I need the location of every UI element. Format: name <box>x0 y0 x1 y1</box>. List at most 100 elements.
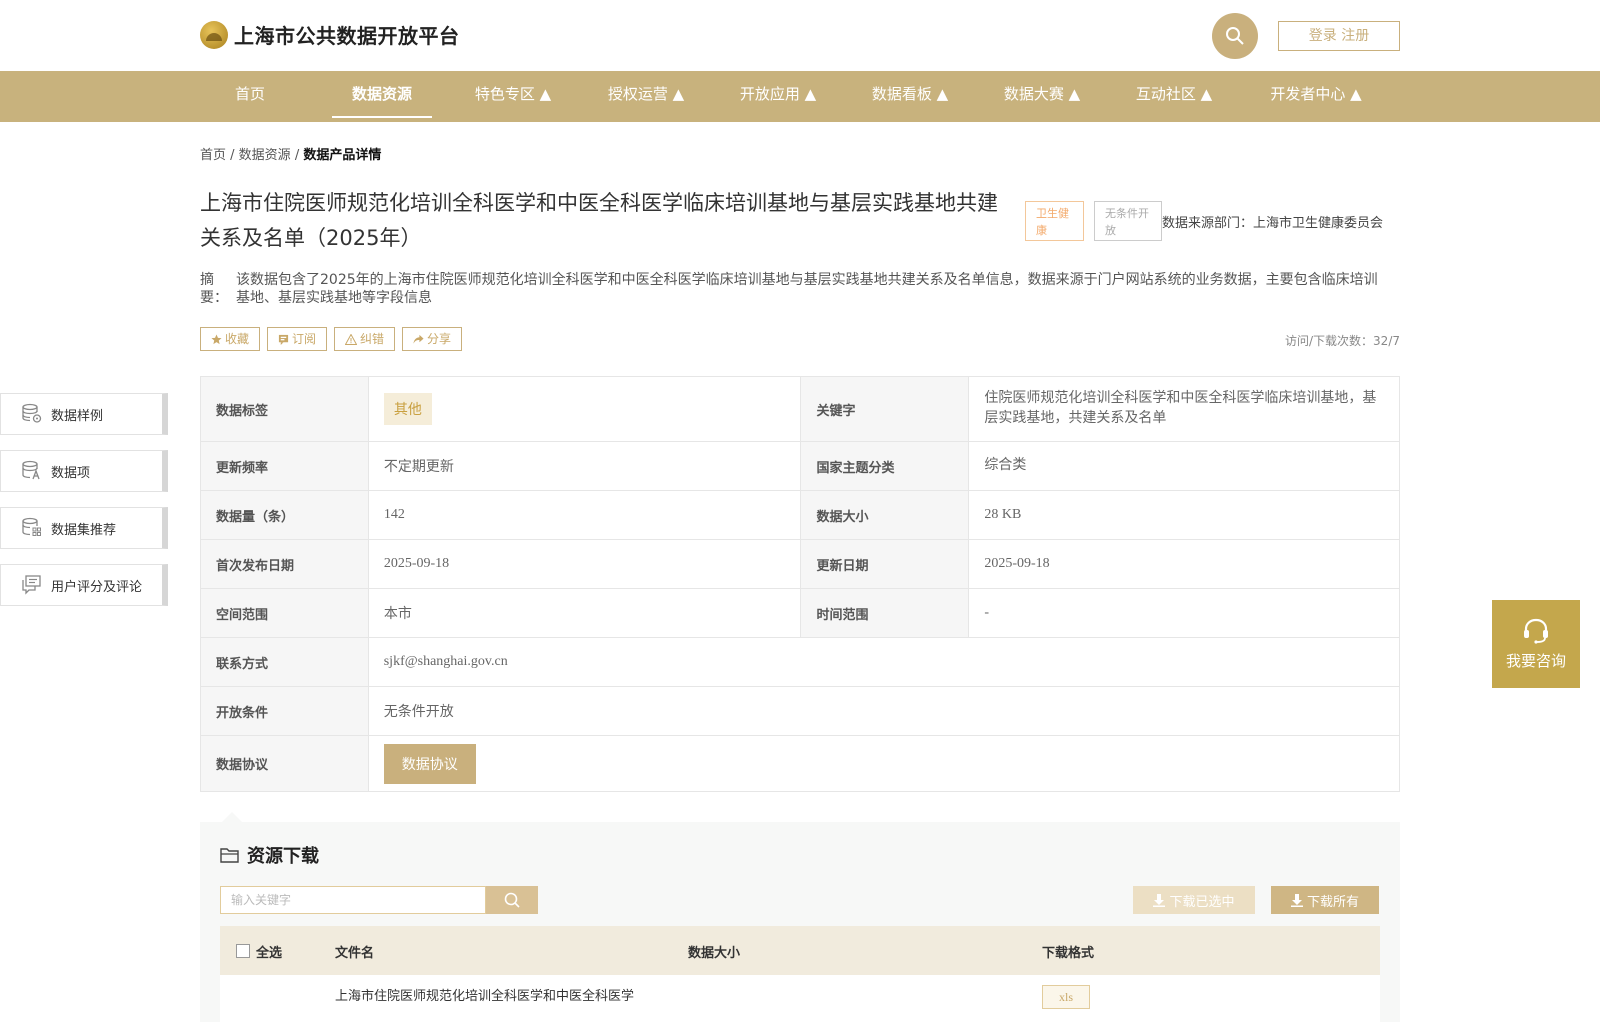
info-value-first-published: 2025-09-18 <box>369 540 802 588</box>
section-pointer <box>222 812 242 822</box>
nav-item-community[interactable]: 互动社区 ▲ <box>1121 71 1227 122</box>
info-row: 数据标签 其他 关键字 住院医师规范化培训全科医学和中医全科医学临床培训基地，基… <box>201 377 1399 441</box>
breadcrumb: 首页 / 数据资源 / 数据产品详情 <box>200 144 381 163</box>
info-value-count: 142 <box>369 491 802 539</box>
info-label-contact: 联系方式 <box>201 638 369 686</box>
abstract-text: 该数据包含了2025年的上海市住院医师规范化培训全科医学和中医全科医学临床培训基… <box>236 272 1378 306</box>
sidebar-item-recommend[interactable]: 数据集推荐 <box>0 507 168 549</box>
info-label-condition: 开放条件 <box>201 687 369 735</box>
consult-label: 我要咨询 <box>1505 651 1566 670</box>
nav-item-home[interactable]: 首页 <box>200 71 300 122</box>
col-header-filename: 文件名 <box>335 946 375 961</box>
data-tag-other[interactable]: 其他 <box>383 393 432 425</box>
star-icon <box>211 333 222 344</box>
favorite-button[interactable]: 收藏 <box>200 327 261 351</box>
report-error-button[interactable]: 纠错 <box>334 327 396 351</box>
data-agreement-button[interactable]: 数据协议 <box>383 743 476 784</box>
tag-open-condition[interactable]: 无条件开放 <box>1094 201 1162 241</box>
info-value-theme: 综合类 <box>984 458 1027 473</box>
folder-icon <box>220 848 239 863</box>
search-icon <box>1226 27 1244 45</box>
headset-icon <box>1524 618 1548 644</box>
report-error-label: 纠错 <box>360 332 385 346</box>
database-field-icon <box>22 460 40 480</box>
info-label-theme: 国家主题分类 <box>801 442 970 490</box>
nav-item-data-dashboard[interactable]: 数据看板 ▲ <box>857 71 963 122</box>
nav-item-data-resources[interactable]: 数据资源 <box>332 71 432 122</box>
info-label-space: 空间范围 <box>201 589 369 637</box>
login-register-button[interactable]: 登录 注册 <box>1278 21 1400 51</box>
sidebar-item-data-sample[interactable]: 数据样例 <box>0 393 168 435</box>
breadcrumb-home[interactable]: 首页 <box>200 148 226 163</box>
site-title: 上海市公共数据开放平台 <box>234 24 460 48</box>
database-grid-icon <box>22 517 41 536</box>
favorite-label: 收藏 <box>225 332 250 346</box>
info-label-first-published: 首次发布日期 <box>201 540 369 588</box>
action-bar: 收藏 订阅 纠错 分享 <box>200 327 463 351</box>
database-icon <box>22 403 42 423</box>
info-value-updated: 2025-09-18 <box>984 556 1050 571</box>
info-label-time: 时间范围 <box>801 589 970 637</box>
resource-download-section: 资源下载 输入关键字 下载已选中 下载所有 全选 文件名 数据大小 下载格式 上… <box>200 822 1400 1025</box>
info-value-size: 28 KB <box>984 507 1022 522</box>
file-name: 上海市住院医师规范化培训全科医学和中医全科医学 <box>335 989 635 1004</box>
info-value-contact[interactable]: sjkf@shanghai.gov.cn <box>369 638 1399 686</box>
dataset-title: 上海市住院医师规范化培训全科医学和中医全科医学临床培训基地与基层实践基地共建关系… <box>200 191 998 250</box>
share-button[interactable]: 分享 <box>402 327 463 351</box>
resource-download-label: 资源下载 <box>247 846 319 867</box>
download-icon <box>1290 893 1303 907</box>
resource-search-input[interactable]: 输入关键字 <box>220 886 486 914</box>
resource-download-title: 资源下载 <box>220 842 319 868</box>
info-value-time: - <box>984 605 990 620</box>
format-download-button[interactable]: xls <box>1042 985 1090 1009</box>
site-logo[interactable]: 上海市公共数据开放平台 <box>200 20 460 49</box>
visit-download-count: 访问/下载次数：32/7 <box>1285 334 1400 348</box>
nav-item-authorized-ops[interactable]: 授权运营 ▲ <box>593 71 699 122</box>
info-label-updated: 更新日期 <box>801 540 970 588</box>
header-search-button[interactable] <box>1212 13 1258 59</box>
sidebar-item-data-items[interactable]: 数据项 <box>0 450 168 492</box>
info-row: 空间范围 本市 时间范围 - <box>201 588 1399 637</box>
resource-search-button[interactable] <box>486 886 538 914</box>
info-value-condition: 无条件开放 <box>383 705 454 720</box>
download-all-button[interactable]: 下载所有 <box>1271 886 1379 914</box>
breadcrumb-current: 数据产品详情 <box>303 148 382 163</box>
info-row: 数据协议 数据协议 <box>201 735 1399 791</box>
sidebar-item-label: 数据项 <box>51 465 91 481</box>
info-label-agreement: 数据协议 <box>201 736 369 791</box>
select-all-label[interactable]: 全选 <box>256 942 282 961</box>
download-all-label: 下载所有 <box>1306 894 1359 910</box>
info-label-tag: 数据标签 <box>201 377 369 441</box>
nav-item-open-apps[interactable]: 开放应用 ▲ <box>725 71 831 122</box>
download-selected-label: 下载已选中 <box>1169 894 1235 910</box>
info-label-keyword: 关键字 <box>801 377 970 441</box>
nav-item-developer[interactable]: 开发者中心 ▲ <box>1255 71 1377 122</box>
info-row: 更新频率 不定期更新 国家主题分类 综合类 <box>201 441 1399 490</box>
resource-table-header: 全选 文件名 数据大小 下载格式 <box>220 926 1380 975</box>
sidebar-item-ratings-comments[interactable]: 用户评分及评论 <box>0 564 168 606</box>
info-label-frequency: 更新频率 <box>201 442 369 490</box>
info-value-agreement: 数据协议 <box>369 736 1399 791</box>
info-value-frequency: 不定期更新 <box>369 442 802 490</box>
sidebar-item-label: 数据集推荐 <box>51 522 117 538</box>
info-value-tag: 其他 <box>369 377 802 441</box>
abstract-label: 摘要： <box>200 272 228 306</box>
info-label-size: 数据大小 <box>801 491 970 539</box>
subscribe-button[interactable]: 订阅 <box>267 327 328 351</box>
share-icon <box>413 334 424 344</box>
select-all-checkbox[interactable] <box>236 944 250 958</box>
info-row: 首次发布日期 2025-09-18 更新日期 2025-09-18 <box>201 539 1399 588</box>
info-label-count: 数据量（条） <box>201 491 369 539</box>
subscribe-label: 订阅 <box>292 332 317 346</box>
breadcrumb-separator: / <box>226 148 239 163</box>
info-row: 数据量（条） 142 数据大小 28 KB <box>201 490 1399 539</box>
nav-item-special-zone[interactable]: 特色专区 ▲ <box>460 71 566 122</box>
download-selected-button[interactable]: 下载已选中 <box>1133 886 1255 914</box>
tag-health[interactable]: 卫生健康 <box>1025 201 1084 241</box>
breadcrumb-separator: / <box>290 148 304 163</box>
site-header: 上海市公共数据开放平台 登录 注册 <box>0 0 1600 71</box>
breadcrumb-resources[interactable]: 数据资源 <box>239 148 291 163</box>
consult-button[interactable]: 我要咨询 <box>1492 600 1580 688</box>
nav-item-data-contest[interactable]: 数据大赛 ▲ <box>989 71 1095 122</box>
table-row: 上海市住院医师规范化培训全科医学和中医全科医学 xls <box>220 975 1380 1025</box>
